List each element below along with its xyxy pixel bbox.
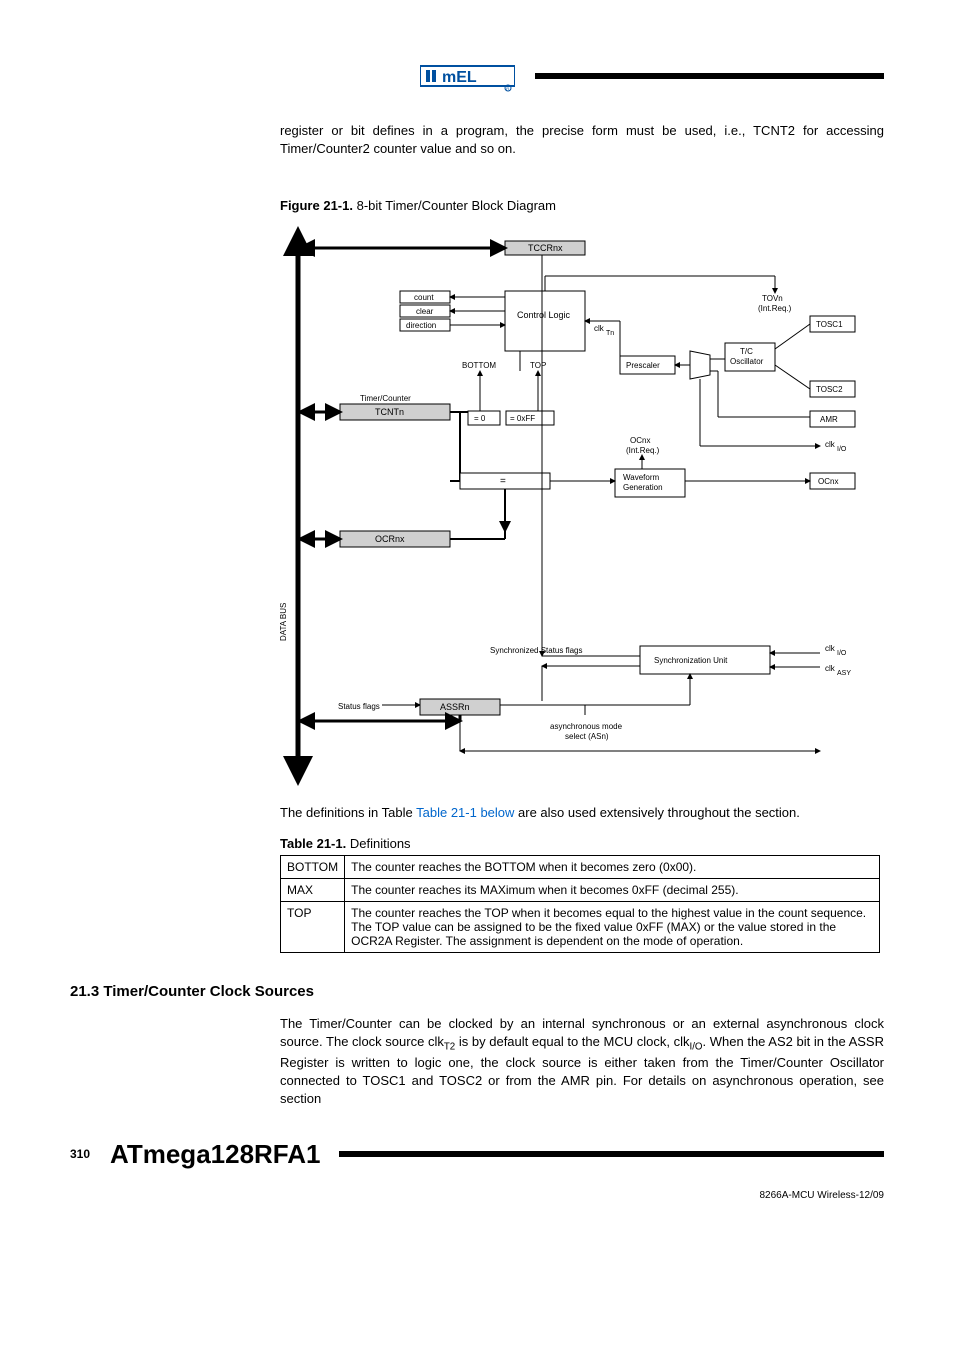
svg-text:ASY: ASY [837, 670, 851, 677]
svg-text:mEL: mEL [442, 69, 477, 86]
table-row: TOP The counter reaches the TOP when it … [281, 901, 880, 952]
svg-text:clk: clk [825, 440, 836, 449]
figure-caption: Figure 21-1. 8-bit Timer/Counter Block D… [280, 198, 884, 213]
svg-text:Prescaler: Prescaler [626, 361, 660, 370]
svg-text:AMR: AMR [820, 415, 838, 424]
svg-text:OCnx: OCnx [630, 436, 650, 445]
svg-text:clear: clear [416, 307, 434, 316]
table-def: The counter reaches the BOTTOM when it b… [345, 855, 880, 878]
svg-text:I/O: I/O [837, 650, 847, 657]
svg-text:ASSRn: ASSRn [440, 702, 470, 712]
after-figure-para: The definitions in Table Table 21-1 belo… [280, 804, 884, 822]
page-number: 310 [70, 1147, 110, 1161]
svg-text:T/C: T/C [740, 347, 753, 356]
table-term: MAX [281, 878, 345, 901]
svg-text:Synchronized Status flags: Synchronized Status flags [490, 646, 583, 655]
svg-text:select (ASn): select (ASn) [565, 732, 609, 741]
table-caption-label: Table 21-1. [280, 836, 346, 851]
section-heading: 21.3 Timer/Counter Clock Sources [70, 983, 884, 1000]
table-caption-text: Definitions [350, 836, 411, 851]
svg-text:(Int.Req.): (Int.Req.) [758, 304, 792, 313]
svg-text:count: count [414, 293, 434, 302]
table-row: BOTTOM The counter reaches the BOTTOM wh… [281, 855, 880, 878]
table-row: MAX The counter reaches its MAXimum when… [281, 878, 880, 901]
definitions-table: BOTTOM The counter reaches the BOTTOM wh… [280, 855, 880, 953]
table-def: The counter reaches its MAXimum when it … [345, 878, 880, 901]
atmel-logo-icon: mEL R [420, 60, 515, 92]
table-ref-link[interactable]: Table 21-1 below [416, 805, 514, 820]
svg-text:TOVn: TOVn [762, 294, 783, 303]
figure-caption-text: 8-bit Timer/Counter Block Diagram [357, 198, 556, 213]
svg-text:= 0xFF: = 0xFF [510, 414, 535, 423]
svg-text:clk: clk [825, 664, 836, 673]
svg-text:Synchronization Unit: Synchronization Unit [654, 656, 728, 665]
table-caption: Table 21-1. Definitions [280, 836, 884, 851]
svg-text:TOSC2: TOSC2 [816, 385, 843, 394]
svg-text:OCRnx: OCRnx [375, 534, 405, 544]
svg-text:Tn: Tn [606, 330, 614, 337]
svg-text:Control Logic: Control Logic [517, 310, 571, 320]
page-footer: 310 ATmega128RFA1 [70, 1139, 884, 1170]
svg-text:clk: clk [825, 644, 836, 653]
figure-caption-label: Figure 21-1. [280, 198, 353, 213]
svg-text:R: R [506, 86, 509, 91]
svg-text:Oscillator: Oscillator [730, 357, 764, 366]
table-term: BOTTOM [281, 855, 345, 878]
svg-text:direction: direction [406, 321, 436, 330]
svg-text:DATA BUS: DATA BUS [280, 603, 288, 641]
svg-text:asynchronous mode: asynchronous mode [550, 722, 623, 731]
block-diagram: DATA BUS TCCRnx count clear direction Co… [280, 221, 880, 791]
table-def: The counter reaches the TOP when it beco… [345, 901, 880, 952]
doc-id: 8266A-MCU Wireless-12/09 [70, 1190, 884, 1201]
page-header: mEL R [420, 60, 884, 92]
table-term: TOP [281, 901, 345, 952]
svg-text:TOP: TOP [530, 361, 546, 370]
svg-text:= 0: = 0 [474, 414, 486, 423]
svg-text:Timer/Counter: Timer/Counter [360, 394, 411, 403]
header-rule [535, 73, 884, 79]
svg-text:clk: clk [594, 324, 605, 333]
svg-text:Waveform: Waveform [623, 473, 659, 482]
svg-text:TCCRnx: TCCRnx [528, 243, 563, 253]
intro-paragraph: register or bit defines in a program, th… [280, 122, 884, 158]
section-para: The Timer/Counter can be clocked by an i… [280, 1015, 884, 1109]
footer-rule [339, 1151, 885, 1157]
svg-text:=: = [500, 476, 506, 487]
svg-text:TOSC1: TOSC1 [816, 320, 843, 329]
svg-text:Generation: Generation [623, 483, 663, 492]
svg-text:TCNTn: TCNTn [375, 407, 404, 417]
svg-text:BOTTOM: BOTTOM [462, 361, 496, 370]
doc-title: ATmega128RFA1 [110, 1139, 321, 1170]
svg-text:(Int.Req.): (Int.Req.) [626, 446, 660, 455]
svg-text:Status flags: Status flags [338, 702, 380, 711]
svg-text:OCnx: OCnx [818, 477, 838, 486]
svg-text:I/O: I/O [837, 446, 847, 453]
